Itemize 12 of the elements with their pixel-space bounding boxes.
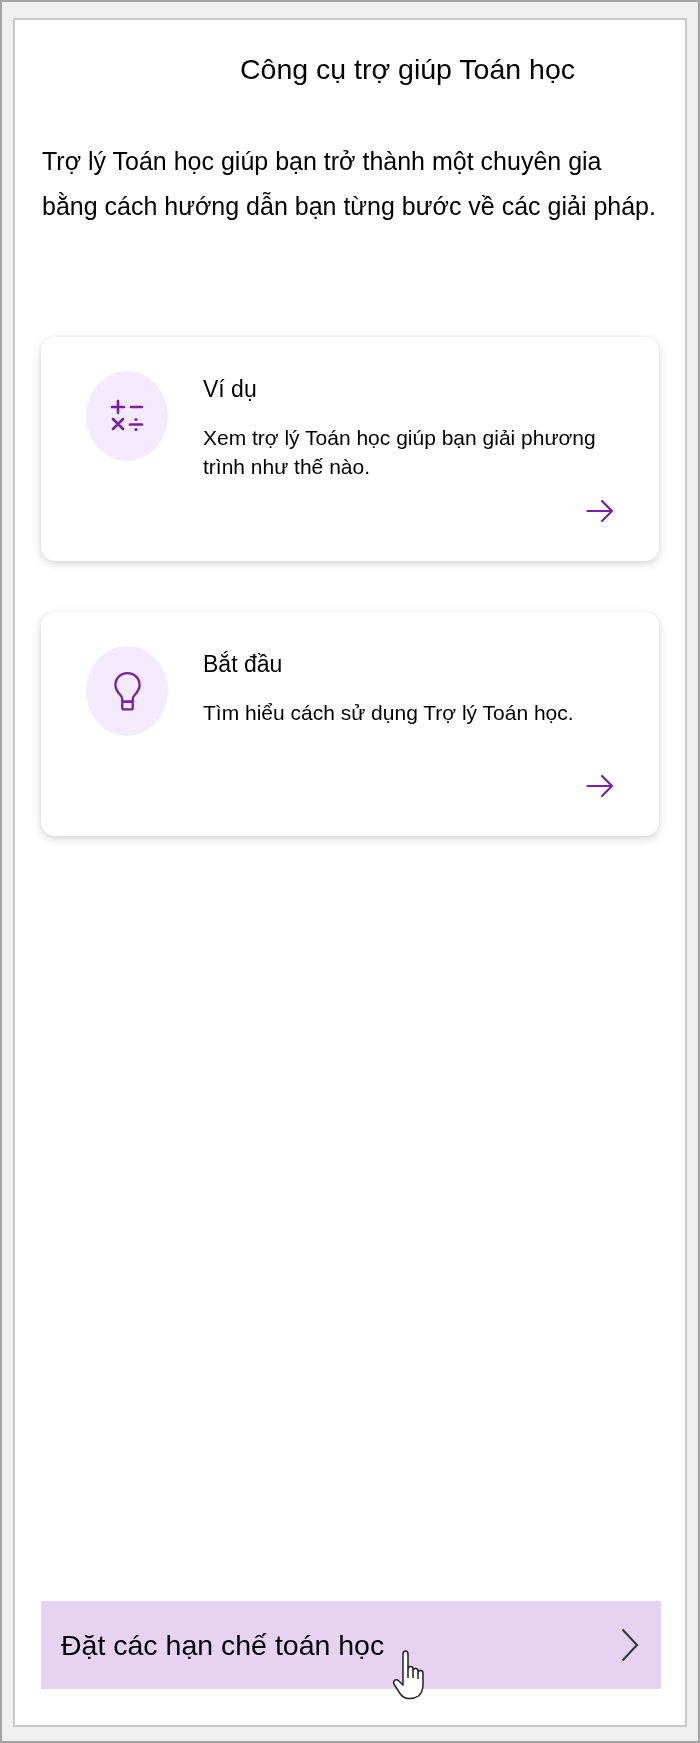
- card-description: Xem trợ lý Toán học giúp bạn giải phương trình như thế nào.: [203, 425, 597, 480]
- feature-card[interactable]: Ví dụ Xem trợ lý Toán học giúp bạn giải phương trình như thế nào.: [41, 337, 659, 561]
- panel-title: Công cụ trợ giúp Toán học: [240, 52, 576, 86]
- math-constraints-button[interactable]: Đặt các hạn chế toán học: [41, 1601, 661, 1689]
- intro-text: Trợ lý Toán học giúp bạn trở thành một chuyên gia bằng cách hướng dẫn bạn từng bước về các giải pháp.: [42, 146, 657, 222]
- arrow-right-icon: [586, 774, 614, 798]
- arrow-right-icon: [586, 499, 614, 523]
- card-title: Ví dụ: [203, 375, 258, 403]
- feature-card[interactable]: Bắt đầu Tìm hiểu cách sử dụng Trợ lý Toán học.: [41, 612, 659, 836]
- card-description: Tìm hiểu cách sử dụng Trợ lý Toán học.: [203, 700, 575, 726]
- card-title: Bắt đầu: [203, 650, 284, 678]
- chevron-right-icon: [621, 1628, 639, 1662]
